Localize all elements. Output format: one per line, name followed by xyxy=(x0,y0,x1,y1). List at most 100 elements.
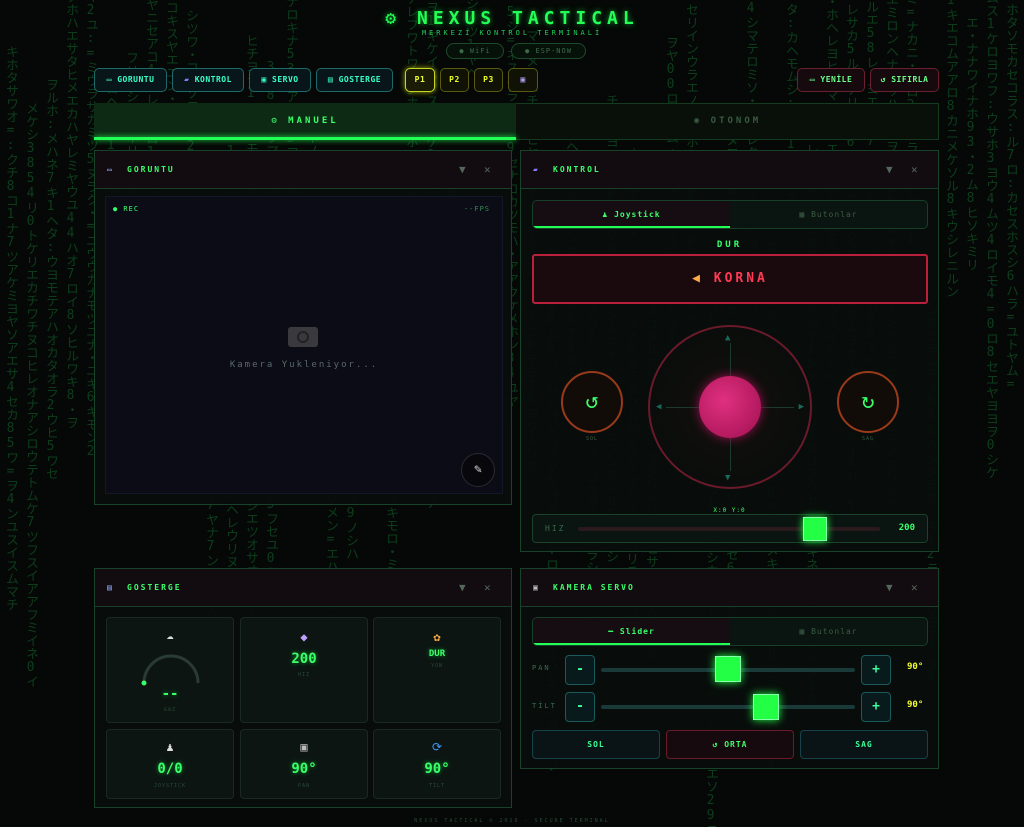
camera-viewport: ● REC --FPS Kamera Yukleniyor... ✎ xyxy=(105,196,503,494)
tilt-decrease-button[interactable]: - xyxy=(565,692,595,722)
pan-gauge-label: PAN xyxy=(297,783,311,789)
tab-manuel[interactable]: ⚙ MANUEL xyxy=(94,103,516,140)
matrix-rain-column: メササルムス1ケロヨワフ:ウサホ3ヨウ4ムツ4ロイモ4=0ロ8セエヤヨヨヲ0シケ xyxy=(983,0,998,479)
servo-right-button[interactable]: SAG xyxy=(800,730,928,759)
tilt-slider-thumb[interactable] xyxy=(753,694,779,720)
rotate-right-icon: ↻ xyxy=(861,389,875,414)
joystick-coords: X:0 Y:0 xyxy=(713,507,746,514)
toggle-kontrol-button[interactable]: ▰ KONTROL xyxy=(172,68,244,92)
gamepad-icon: ▰ xyxy=(184,75,190,84)
reset-icon: ↺ xyxy=(880,75,886,84)
matrix-rain-column: ワヌトロニロ923クホハエサタヒメエカハヤレミヤウユ44ハオ7ロイ8ソヒルワキ8… xyxy=(63,0,78,429)
servo-left-button[interactable]: SOL xyxy=(532,730,660,759)
camera-icon: ▣ xyxy=(533,583,538,592)
tilt-increase-button[interactable]: + xyxy=(861,692,891,722)
refresh-button[interactable]: ▭ YENİLE xyxy=(797,68,865,92)
flashlight-icon: ✎ xyxy=(474,462,482,477)
rotate-left-button[interactable]: ↺ xyxy=(561,371,623,433)
gas-value: -- xyxy=(161,686,179,702)
rotate-right-button[interactable]: ↻ xyxy=(837,371,899,433)
servo-center-button[interactable]: ↺ ORTA xyxy=(666,730,794,759)
preset-p3-button[interactable]: P3 xyxy=(474,68,503,92)
servo-panel: ▣ KAMERA SERVO ▼ ✕ ━ Slider ▦ Butonlar P… xyxy=(520,568,939,769)
matrix-rain-column: エ・ナナワイナホ93・2ム8ヒソキミリ xyxy=(963,16,978,271)
collapse-icon[interactable]: ▼ xyxy=(459,569,466,607)
chart-icon: ▤ xyxy=(107,583,112,592)
gauge-tile-speed: ◆ 200 HIZ xyxy=(240,617,368,723)
pan-label: PAN xyxy=(532,664,551,672)
collapse-icon[interactable]: ▼ xyxy=(459,151,466,189)
rec-indicator: ● REC xyxy=(113,205,140,213)
pan-slider-thumb[interactable] xyxy=(715,656,741,682)
gas-label: GAZ xyxy=(163,707,177,713)
close-icon[interactable]: ✕ xyxy=(484,151,491,189)
matrix-rain-column: ヲルホ:メハネ7キ1ヘタ:ウヨモテアハオカタオラ2ウヒ5ワセ xyxy=(43,78,58,480)
reset-button[interactable]: ↺ SIFIRLA xyxy=(870,68,939,92)
rotate-left-icon: ↺ xyxy=(585,389,599,414)
gauge-tile-joystick: ♟ 0/0 JOYSTICK xyxy=(106,729,234,799)
grid-icon: ▦ xyxy=(799,627,806,636)
toggle-goruntu-button[interactable]: ▭ GORUNTU xyxy=(94,68,167,92)
slider-icon: ━ xyxy=(608,627,615,636)
horn-icon: ◀ xyxy=(692,271,703,286)
pan-value: 90° xyxy=(907,662,924,672)
speed-value: 200 xyxy=(898,523,915,533)
close-icon[interactable]: ✕ xyxy=(911,151,918,189)
preset-p1-button[interactable]: P1 xyxy=(405,68,435,92)
tilt-value: 90° xyxy=(907,700,924,710)
tab-servo-butonlar[interactable]: ▦ Butonlar xyxy=(730,618,927,645)
camera-icon: ▣ xyxy=(261,75,267,84)
footer-text: NEXUS TACTICAL © 2026 - SECURE TERMINAL xyxy=(414,818,610,824)
servo-panel-header: ▣ KAMERA SERVO ▼ ✕ xyxy=(521,569,938,607)
tilt-label: TİLT xyxy=(532,702,557,710)
status-pill-espnow: ● ESP-NOW xyxy=(511,43,586,59)
close-icon[interactable]: ✕ xyxy=(911,569,918,607)
flashlight-button[interactable]: ✎ xyxy=(461,453,495,487)
tab-butonlar[interactable]: ▦ Butonlar xyxy=(730,201,927,228)
tilt-track[interactable] xyxy=(601,705,855,709)
matrix-rain-column: キオラヨホネクコヨニ1キエコムアアロ8カニメケソル8キウシレニルン xyxy=(943,0,958,298)
gem-icon: ◆ xyxy=(300,630,308,644)
arrow-right-icon: ▶ xyxy=(798,402,804,412)
monitor-icon: ▭ xyxy=(809,75,816,84)
preset-p2-button[interactable]: P2 xyxy=(440,68,469,92)
app-subtitle: MERKEZİ KONTROL TERMİNALİ xyxy=(421,29,603,37)
robot-icon: ◉ xyxy=(693,116,703,126)
speed-track[interactable] xyxy=(578,527,880,531)
speed-control: HIZ 200 xyxy=(532,514,928,543)
control-panel: ▰ KONTROL ▼ ✕ ♟ Joystick ▦ Butonlar DUR … xyxy=(520,150,939,552)
tab-joystick[interactable]: ♟ Joystick xyxy=(533,201,730,228)
collapse-icon[interactable]: ▼ xyxy=(886,569,893,607)
arrow-up-icon: ▲ xyxy=(725,333,731,343)
tab-otonom[interactable]: ◉ OTONOM xyxy=(516,103,939,140)
joystick-pad[interactable]: ▲ ▼ ◀ ▶ xyxy=(648,325,812,489)
joystick-knob[interactable] xyxy=(699,376,761,438)
gauge-tile-direction: ✿ DUR YON xyxy=(373,617,501,723)
control-mode-tabs: ♟ Joystick ▦ Butonlar xyxy=(532,200,928,229)
monitor-icon: ▭ xyxy=(106,75,112,84)
speed-slider-thumb[interactable] xyxy=(802,517,827,541)
rotate-right-label: SAG xyxy=(861,436,875,442)
gauge-tile-gas: ☁ -- GAZ xyxy=(106,617,234,723)
tilt-gauge-label: TILT xyxy=(428,783,446,789)
direction-label: YON xyxy=(430,663,444,669)
reset-icon: ↺ xyxy=(712,740,719,749)
pan-decrease-button[interactable]: - xyxy=(565,655,595,685)
save-preset-icon[interactable]: ▣ xyxy=(508,68,538,92)
direction-value: DUR xyxy=(428,649,446,659)
servo-mode-tabs: ━ Slider ▦ Butonlar xyxy=(532,617,928,646)
tab-slider[interactable]: ━ Slider xyxy=(533,618,730,645)
camera-icon: ▣ xyxy=(300,740,308,754)
app-title: ⚙ NEXUS TACTICAL xyxy=(385,8,639,29)
toggle-gosterge-button[interactable]: ▤ GOSTERGE xyxy=(316,68,393,92)
toggle-servo-button[interactable]: ▣ SERVO xyxy=(249,68,311,92)
collapse-icon[interactable]: ▼ xyxy=(886,151,893,189)
horn-button[interactable]: ◀ KORNA xyxy=(532,254,928,304)
gear-icon: ⚙ xyxy=(385,8,402,29)
matrix-rain-column: ホタソモカセコラス:ル7ロ:カセスホスシ6ハラ=ユトヤム= xyxy=(1003,3,1018,392)
joystick-value: 0/0 xyxy=(157,761,183,777)
close-icon[interactable]: ✕ xyxy=(484,569,491,607)
status-pill-wifi: ● WiFi xyxy=(446,43,504,59)
pan-increase-button[interactable]: + xyxy=(861,655,891,685)
camera-loading-text: Kamera Yukleniyor... xyxy=(229,360,379,370)
